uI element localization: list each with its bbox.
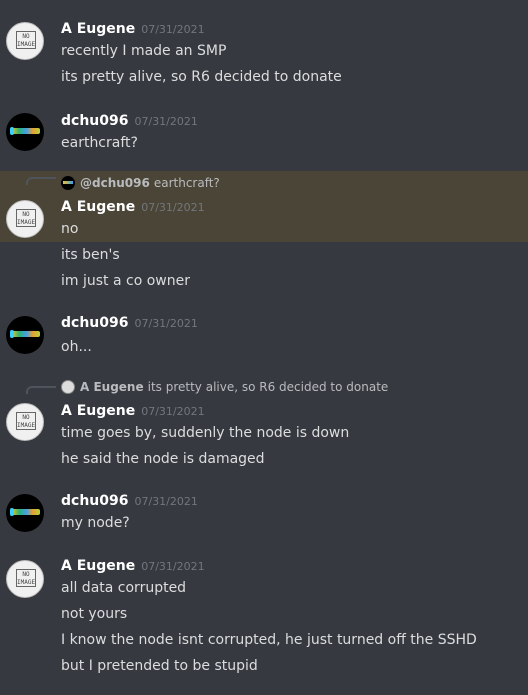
no-image-icon: NO IMAGE (16, 569, 36, 587)
reply-text: its pretty alive, so R6 decided to donat… (147, 380, 389, 394)
message-text: my node? (61, 515, 130, 531)
avatar-dot-icon (10, 127, 14, 135)
no-image-icon: NO IMAGE (16, 209, 36, 227)
timestamp: 07/31/2021 (141, 560, 205, 573)
message-text: im just a co owner (61, 273, 190, 289)
message-text: its ben's (61, 247, 120, 263)
message-group: dchu096 07/31/2021 my node? (0, 482, 528, 552)
reply-preview[interactable]: @dchu096 earthcraft? (61, 176, 220, 190)
username[interactable]: A Eugene 07/31/2021 (61, 403, 205, 419)
message-group-highlighted: @dchu096 earthcraft? NO IMAGE A Eugene 07/… (0, 171, 528, 242)
message-text: recently I made an SMP (61, 43, 227, 59)
timestamp: 07/31/2021 (134, 317, 198, 330)
avatar[interactable]: NO IMAGE (6, 403, 44, 441)
avatar-scribble-icon (12, 128, 40, 134)
timestamp: 07/31/2021 (141, 23, 205, 36)
message-group: NO IMAGE A Eugene 07/31/2021 all data corr… (0, 552, 528, 695)
username[interactable]: dchu096 07/31/2021 (61, 315, 198, 331)
no-image-icon: NO IMAGE (16, 412, 36, 430)
message-group: dchu096 07/31/2021 oh... (0, 300, 528, 370)
message-text: he said the node is damaged (61, 451, 265, 467)
message-text: I know the node isnt corrupted, he just … (61, 632, 477, 648)
timestamp: 07/31/2021 (134, 115, 198, 128)
avatar[interactable] (6, 316, 44, 354)
reply-avatar-icon (61, 176, 75, 190)
reply-spine (26, 177, 56, 185)
message-text: oh... (61, 339, 92, 355)
username[interactable]: A Eugene 07/31/2021 (61, 21, 205, 37)
message-group: dchu096 07/31/2021 earthcraft? (0, 100, 528, 170)
message-group: NO IMAGE A Eugene 07/31/2021 recently I ma… (0, 0, 528, 100)
reply-text: earthcraft? (153, 176, 220, 190)
message-text: its pretty alive, so R6 decided to donat… (61, 69, 342, 85)
username[interactable]: A Eugene 07/31/2021 (61, 199, 205, 215)
timestamp: 07/31/2021 (134, 495, 198, 508)
message-text: all data corrupted (61, 580, 187, 596)
timestamp: 07/31/2021 (141, 405, 205, 418)
reply-preview[interactable]: A Eugene its pretty alive, so R6 decided… (61, 380, 388, 394)
message-text: time goes by, suddenly the node is down (61, 425, 350, 441)
username[interactable]: dchu096 07/31/2021 (61, 113, 198, 129)
message-text: but I pretended to be stupid (61, 658, 258, 674)
avatar[interactable] (6, 113, 44, 151)
avatar[interactable]: NO IMAGE (6, 22, 44, 60)
timestamp: 07/31/2021 (141, 201, 205, 214)
username[interactable]: A Eugene 07/31/2021 (61, 558, 205, 574)
message-text: not yours (61, 606, 128, 622)
reply-spine (26, 386, 56, 394)
username[interactable]: dchu096 07/31/2021 (61, 493, 198, 509)
reply-username[interactable]: @dchu096 (80, 176, 150, 190)
reply-username[interactable]: A Eugene (80, 380, 144, 394)
no-image-icon: NO IMAGE (16, 31, 36, 49)
avatar-scribble-icon (12, 509, 40, 515)
avatar-dot-icon (10, 508, 14, 516)
message-text: no (61, 221, 79, 237)
avatar[interactable]: NO IMAGE (6, 200, 44, 238)
message-group: A Eugene its pretty alive, so R6 decided… (0, 372, 528, 482)
message-text: earthcraft? (61, 135, 138, 151)
avatar[interactable] (6, 494, 44, 532)
avatar-scribble-icon (12, 331, 40, 337)
avatar-dot-icon (10, 330, 14, 338)
avatar[interactable]: NO IMAGE (6, 560, 44, 598)
reply-avatar-icon (61, 380, 75, 394)
